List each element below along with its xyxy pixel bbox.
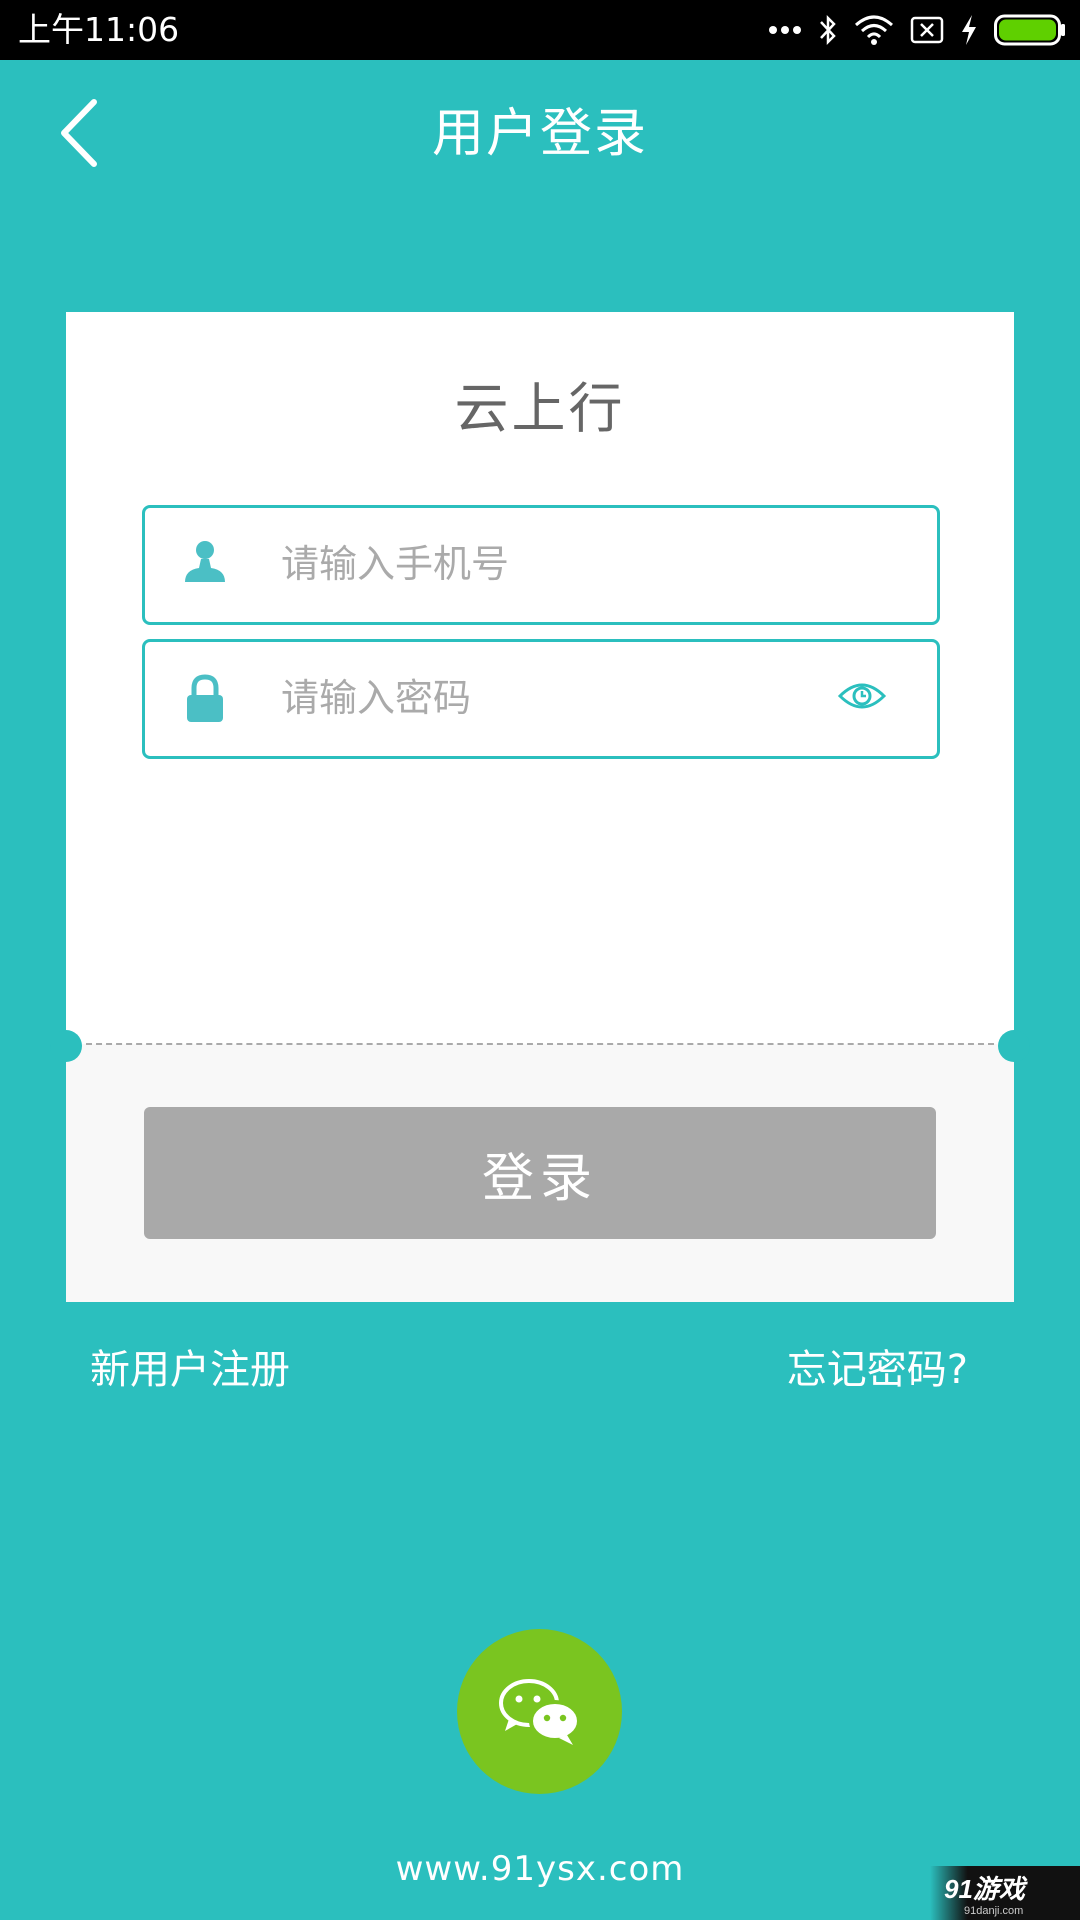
svg-text:91danji.com: 91danji.com [964,1905,1023,1917]
register-link[interactable]: 新用户注册 [90,1342,290,1398]
wifi-icon [855,15,893,45]
no-sim-icon [910,16,944,44]
phone-input[interactable] [279,528,823,600]
card-divider [86,1043,994,1045]
status-icons [768,12,1066,48]
password-field [142,639,940,759]
page-title: 用户登录 [431,104,648,164]
svg-text:91游戏: 91游戏 [944,1874,1028,1904]
login-button[interactable]: 登录 [144,1107,936,1239]
login-card: 云上行 登录 [66,312,1014,1302]
status-time: 上午11:06 [18,10,180,49]
wechat-icon [499,1679,581,1745]
battery-icon [994,14,1065,46]
user-icon [185,541,225,582]
brand-title: 云上行 [454,377,626,440]
lock-icon [187,674,223,722]
charging-icon [962,15,976,45]
card-notch-left [50,1030,82,1062]
watermark-logo: 91游戏 91danji.com [930,1866,1080,1920]
dots-icon [769,26,801,34]
wechat-login-button[interactable] [457,1629,622,1794]
bluetooth-icon [820,14,836,46]
phone-field [142,505,940,625]
password-input[interactable] [279,662,823,734]
site-url: www.91ysx.com [395,1849,685,1889]
watermark-image: 91游戏 91danji.com [944,1874,1028,1917]
status-bar: 上午11:06 [0,0,1080,60]
eye-icon[interactable] [837,678,887,714]
card-notch-right [998,1030,1030,1062]
forgot-password-link[interactable]: 忘记密码? [787,1342,968,1398]
